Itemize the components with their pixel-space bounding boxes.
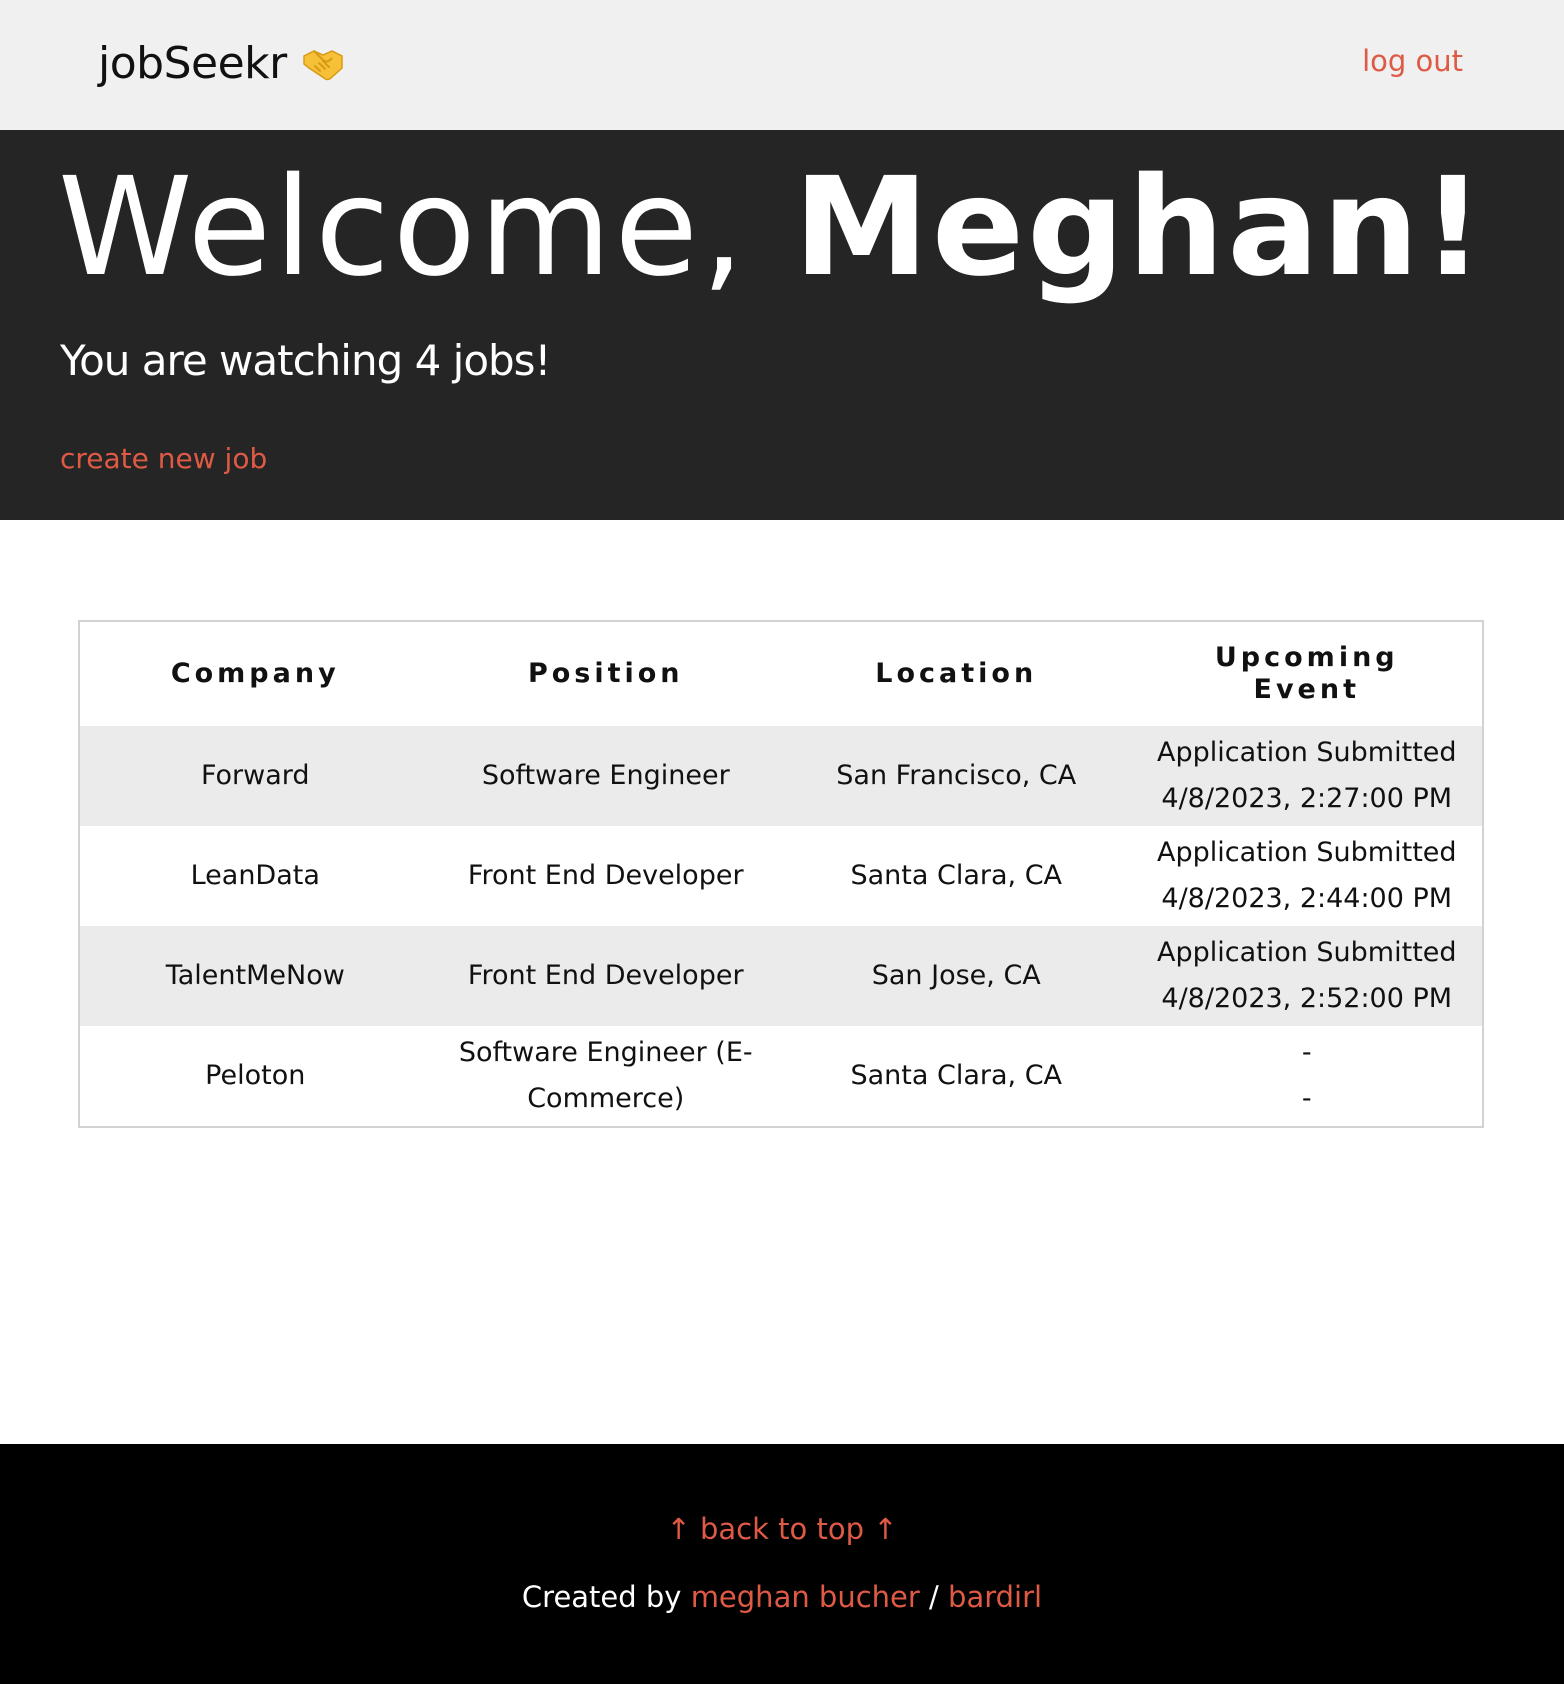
brand-logo[interactable]: jobSeekr [98, 38, 345, 89]
create-job-link[interactable]: create new job [60, 442, 267, 475]
back-to-top-link[interactable]: ↑ back to top ↑ [0, 1512, 1564, 1546]
event-name: Application Submitted [1156, 937, 1457, 968]
column-header-position: Position [527, 657, 684, 689]
company-cell: Peloton [80, 1026, 431, 1126]
event-time: 4/8/2023, 2:52:00 PM [1161, 983, 1453, 1014]
table-row[interactable]: TalentMeNow Front End Developer San Jose… [80, 926, 1482, 1026]
event-time: 4/8/2023, 2:27:00 PM [1161, 783, 1453, 814]
credits-text: Created by meghan bucher / bardirl [0, 1580, 1564, 1614]
brand-name: jobSeekr [98, 38, 287, 89]
event-cell: - - [1131, 1026, 1482, 1126]
column-header-company: Company [170, 657, 340, 689]
event-time: 4/8/2023, 2:44:00 PM [1161, 883, 1453, 914]
column-header-upcoming-event: Upcoming Event [1214, 641, 1399, 705]
jobs-table: Company Position Location Upcoming Event… [80, 622, 1482, 1126]
page-footer: ↑ back to top ↑ Created by meghan bucher… [0, 1444, 1564, 1684]
welcome-prefix: Welcome, [58, 149, 794, 307]
watching-count-text: You are watching 4 jobs! [60, 336, 551, 385]
company-cell: LeanData [80, 826, 431, 926]
location-cell: Santa Clara, CA [781, 826, 1132, 926]
event-name: Application Submitted [1156, 737, 1457, 768]
event-cell: Application Submitted 4/8/2023, 2:44:00 … [1131, 826, 1482, 926]
position-cell: Front End Developer [430, 826, 781, 926]
table-row[interactable]: LeanData Front End Developer Santa Clara… [80, 826, 1482, 926]
event-name: - [1301, 1037, 1312, 1068]
position-cell: Front End Developer [430, 926, 781, 1026]
handle-link[interactable]: bardirl [948, 1580, 1042, 1614]
location-cell: San Jose, CA [781, 926, 1132, 1026]
column-header-location: Location [875, 657, 1038, 689]
table-header-row: Company Position Location Upcoming Event [80, 622, 1482, 726]
position-cell: Software Engineer [430, 726, 781, 826]
created-by-label: Created by [521, 1580, 691, 1614]
position-cell: Software Engineer (E-Commerce) [430, 1026, 781, 1126]
handshake-icon [301, 42, 345, 86]
table-row[interactable]: Peloton Software Engineer (E-Commerce) S… [80, 1026, 1482, 1126]
credits-separator: / [919, 1580, 949, 1614]
location-cell: Santa Clara, CA [781, 1026, 1132, 1126]
jobs-table-container: Company Position Location Upcoming Event… [78, 620, 1484, 1128]
event-time: - [1301, 1083, 1312, 1114]
user-name: Meghan! [793, 149, 1487, 307]
hero-banner: Welcome, Meghan! You are watching 4 jobs… [0, 130, 1564, 520]
event-name: Application Submitted [1156, 837, 1457, 868]
table-row[interactable]: Forward Software Engineer San Francisco,… [80, 726, 1482, 826]
top-nav: jobSeekr log out [0, 0, 1564, 130]
welcome-heading: Welcome, Meghan! [58, 150, 1487, 306]
company-cell: Forward [80, 726, 431, 826]
event-cell: Application Submitted 4/8/2023, 2:52:00 … [1131, 926, 1482, 1026]
author-link[interactable]: meghan bucher [691, 1580, 920, 1614]
event-cell: Application Submitted 4/8/2023, 2:27:00 … [1131, 726, 1482, 826]
logout-link[interactable]: log out [1362, 44, 1463, 78]
location-cell: San Francisco, CA [781, 726, 1132, 826]
company-cell: TalentMeNow [80, 926, 431, 1026]
